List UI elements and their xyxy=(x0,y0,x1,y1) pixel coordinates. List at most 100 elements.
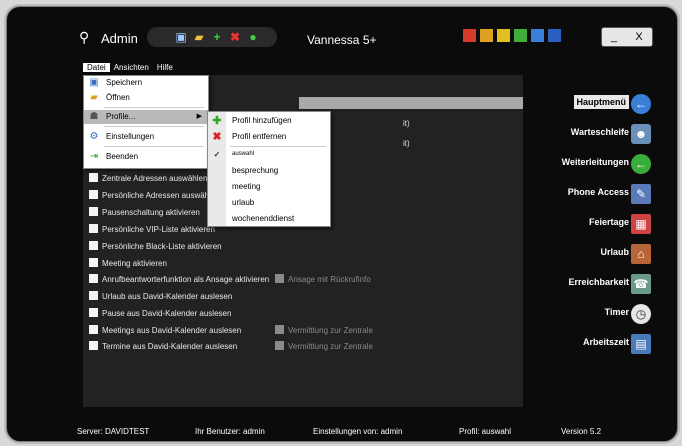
add-icon[interactable]: + xyxy=(209,29,225,45)
menu-item-profile[interactable]: ☗ Profile... ▶ xyxy=(84,110,208,124)
checkbox[interactable] xyxy=(89,207,98,216)
checkbox[interactable] xyxy=(89,274,98,283)
checkbox[interactable] xyxy=(275,325,284,334)
nav-warteschleife[interactable]: Warteschleife ☻ xyxy=(517,123,677,145)
app-title: Admin xyxy=(101,31,138,46)
status-server: Server: DAVIDTEST xyxy=(77,427,150,436)
toolbar: ▣ ▰ + ✖ ● xyxy=(147,27,277,47)
status-profile: Profil: auswahl xyxy=(459,427,512,436)
color-swatch-red[interactable] xyxy=(463,29,476,42)
color-swatches xyxy=(463,29,565,43)
folder-icon[interactable]: ▰ xyxy=(191,29,207,45)
refresh-icon[interactable]: ● xyxy=(245,29,261,45)
nav-arbeitszeit[interactable]: Arbeitszeit ▤ xyxy=(517,333,677,355)
option-anrufbeantworter[interactable]: Anrufbeantworterfunktion als Ansage akti… xyxy=(89,274,269,285)
house-icon: ⌂ xyxy=(631,244,651,264)
minimize-button[interactable]: _ xyxy=(602,28,626,46)
submenu-profile-wochenenddienst[interactable]: wochenenddienst xyxy=(208,212,330,226)
menu-separator xyxy=(230,146,326,147)
clock-icon: ◷ xyxy=(631,304,651,324)
title-bar: ⚲ Admin ▣ ▰ + ✖ ● Vannessa 5+ _ X xyxy=(7,7,677,51)
nav-urlaub[interactable]: Urlaub ⌂ xyxy=(517,243,677,265)
menu-item-einstellungen[interactable]: ⚙ Einstellungen xyxy=(84,130,208,144)
checkbox[interactable] xyxy=(89,308,98,317)
submenu-auswahl[interactable]: ✓ auswahl xyxy=(208,148,330,162)
submenu-profil-hinzufuegen[interactable]: ✚ Profil hinzufügen xyxy=(208,114,330,128)
save-icon[interactable]: ▣ xyxy=(173,29,189,45)
nav-phone-access[interactable]: Phone Access ✎ xyxy=(517,183,677,205)
back-arrow-icon: ← xyxy=(631,94,651,114)
profile-icon: ☗ xyxy=(89,111,99,122)
menu-separator xyxy=(104,146,204,147)
delete-icon: ✖ xyxy=(212,131,222,143)
checkbox[interactable] xyxy=(89,258,98,267)
color-swatch-blue[interactable] xyxy=(531,29,544,42)
menu-item-beenden[interactable]: ⇥ Beenden xyxy=(84,150,208,164)
checkbox[interactable] xyxy=(275,274,284,283)
option-persoenliche-adressen[interactable]: Persönliche Adressen auswählen xyxy=(89,190,220,201)
phone-icon: ☎ xyxy=(631,274,651,294)
option-termine-kalender[interactable]: Termine aus David-Kalender auslesen xyxy=(89,341,237,352)
color-swatch-darkblue[interactable] xyxy=(548,29,561,42)
exit-icon: ⇥ xyxy=(89,151,99,162)
checkbox[interactable] xyxy=(275,341,284,350)
option-vip-liste[interactable]: Persönliche VIP-Liste aktivieren xyxy=(89,224,215,235)
color-swatch-orange[interactable] xyxy=(480,29,493,42)
partial-text: it) xyxy=(403,119,410,128)
option-meeting[interactable]: Meeting aktivieren xyxy=(89,258,167,269)
status-user: Ihr Benutzer: admin xyxy=(195,427,265,436)
menu-item-oeffnen[interactable]: ▰ Öffnen xyxy=(84,91,208,105)
color-swatch-yellow[interactable] xyxy=(497,29,510,42)
submenu-profile-urlaub[interactable]: urlaub xyxy=(208,196,330,210)
checkbox[interactable] xyxy=(89,173,98,182)
menu-hilfe[interactable]: Hilfe xyxy=(153,63,177,72)
add-icon: ✚ xyxy=(212,115,222,127)
menu-separator xyxy=(104,126,204,127)
nav-hauptmenu[interactable]: Hauptmenü ← xyxy=(517,93,677,115)
delete-icon[interactable]: ✖ xyxy=(227,29,243,45)
color-swatch-green[interactable] xyxy=(514,29,527,42)
option-vermittlung-meetings[interactable]: Vermittlung zur Zentrale xyxy=(275,325,373,336)
option-vermittlung-termine[interactable]: Vermittlung zur Zentrale xyxy=(275,341,373,352)
profile-submenu: ✚ Profil hinzufügen ✖ Profil entfernen ✓ au… xyxy=(207,111,331,227)
menu-item-speichern[interactable]: ▣ Speichern xyxy=(84,76,208,90)
nav-timer[interactable]: Timer ◷ xyxy=(517,303,677,325)
window-controls: _ X xyxy=(601,27,653,47)
people-icon: ☻ xyxy=(631,124,651,144)
nav-weiterleitungen[interactable]: Weiterleitungen ← xyxy=(517,153,677,175)
content-header xyxy=(299,97,523,109)
checkbox[interactable] xyxy=(89,190,98,199)
app-logo-icon: ⚲ xyxy=(79,29,90,45)
calendar-icon: ▦ xyxy=(631,214,651,234)
document-icon: ▤ xyxy=(631,334,651,354)
option-meetings-kalender[interactable]: Meetings aus David-Kalender auslesen xyxy=(89,325,241,336)
option-zentrale-adressen[interactable]: Zentrale Adressen auswählen xyxy=(89,173,207,184)
option-urlaub-kalender[interactable]: Urlaub aus David-Kalender auslesen xyxy=(89,291,232,302)
option-pause-kalender[interactable]: Pause aus David-Kalender auslesen xyxy=(89,308,231,319)
submenu-profile-meeting[interactable]: meeting xyxy=(208,180,330,194)
status-version: Version 5.2 xyxy=(561,427,602,436)
option-black-liste[interactable]: Persönliche Black-Liste aktivieren xyxy=(89,241,222,252)
submenu-profil-entfernen[interactable]: ✖ Profil entfernen xyxy=(208,130,330,144)
folder-icon: ▰ xyxy=(90,92,98,103)
phone-note-icon: ✎ xyxy=(631,184,651,204)
app-window: ⚲ Admin ▣ ▰ + ✖ ● Vannessa 5+ _ X Datei A… xyxy=(6,6,678,442)
menu-ansichten[interactable]: Ansichten xyxy=(110,63,153,72)
option-pausenschaltung[interactable]: Pausenschaltung aktivieren xyxy=(89,207,200,218)
partial-text: it) xyxy=(403,139,410,148)
checkbox[interactable] xyxy=(89,325,98,334)
checkbox[interactable] xyxy=(89,241,98,250)
checkbox[interactable] xyxy=(89,341,98,350)
nav-erreichbarkeit[interactable]: Erreichbarkeit ☎ xyxy=(517,273,677,295)
option-ansage-rueckruf[interactable]: Ansage mit Rückrufinfo xyxy=(275,274,371,285)
menu-datei[interactable]: Datei xyxy=(83,63,110,72)
close-button[interactable]: X xyxy=(627,28,651,46)
forward-arrow-icon: ← xyxy=(631,154,651,174)
nav-feiertage[interactable]: Feiertage ▦ xyxy=(517,213,677,235)
submenu-profile-besprechung[interactable]: besprechung xyxy=(208,164,330,178)
menu-bar: Datei Ansichten Hilfe xyxy=(83,63,177,75)
checkbox[interactable] xyxy=(89,291,98,300)
checkbox[interactable] xyxy=(89,224,98,233)
settings-icon: ⚙ xyxy=(89,131,99,142)
status-bar: Server: DAVIDTEST Ihr Benutzer: admin Ei… xyxy=(77,427,637,441)
